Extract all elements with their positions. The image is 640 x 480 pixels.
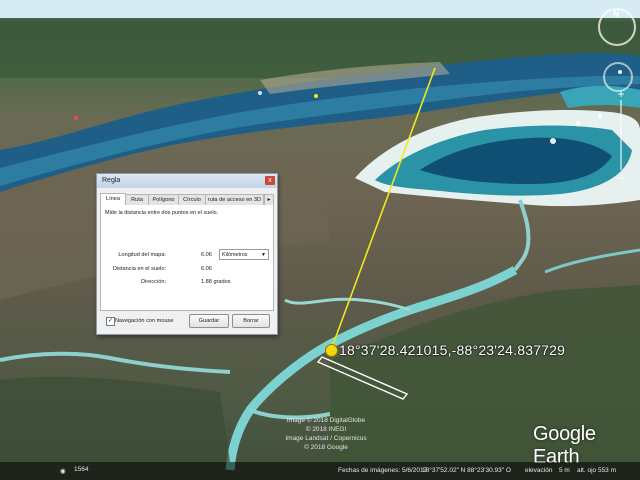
imagery-date: Fechas de imágenes: 5/6/2017 [338, 467, 428, 474]
close-button[interactable]: x [265, 176, 275, 185]
status-bar: ◉ 1564 Fechas de imágenes: 5/6/2017 18°3… [0, 462, 640, 480]
tab-path[interactable]: Ruta [125, 194, 149, 205]
attribution-line: © 2018 Google [304, 444, 348, 451]
cursor-coordinates: 18°37'52.02" N 88°23'30.93" O [422, 467, 511, 474]
ruler-dialog: Regla x Línea Ruta Polígono Círculo ruta… [96, 173, 278, 335]
zoom-out-button[interactable]: − [615, 172, 627, 184]
tab-3d-path[interactable]: ruta de acceso en 3D [205, 194, 264, 205]
dialog-titlebar[interactable]: Regla x [97, 174, 277, 188]
unit-select-value: Kilómetros [222, 252, 248, 258]
ground-length-label: Distancia en el suelo: [112, 266, 166, 272]
clear-button[interactable]: Borrar [232, 314, 270, 328]
globe-icon: ◉ [60, 468, 66, 475]
heading-value: 1.88 grados [201, 279, 231, 285]
scale-value: 1564 [74, 466, 89, 473]
placemark-pin-icon[interactable] [325, 344, 338, 357]
eye-altitude: alt. ojo 553 m [577, 467, 617, 474]
attribution-line: Image Landsat / Copernicus [285, 435, 367, 442]
tab-circle[interactable]: Círculo [178, 194, 206, 205]
map-length-label: Longitud del mapa: [118, 252, 166, 258]
coordinate-label: 18°37'28.421015,-88°23'24.837729 [339, 342, 566, 358]
zoom-slider[interactable] [620, 100, 622, 170]
tab-description: Mide la distancia entre dos puntos en el… [105, 210, 219, 216]
elevation-value: 5 m [559, 467, 570, 474]
tab-polygon[interactable]: Polígono [148, 194, 179, 205]
mouse-navigation-checkbox[interactable]: ✓ [106, 317, 115, 326]
heading-label: Dirección: [141, 279, 166, 285]
mouse-navigation-label: Navegación con mouse [115, 318, 174, 324]
attribution-line: Image © 2018 DigitalGlobe [286, 417, 366, 424]
compass-north-label: N [613, 9, 620, 19]
map-length-value: 6.06 [201, 252, 212, 258]
chevron-down-icon: ▼ [261, 252, 266, 258]
attribution-line: © 2018 INEGI [305, 426, 347, 433]
dialog-title: Regla [102, 177, 121, 184]
ground-length-value: 6.06 [201, 266, 212, 272]
navigation-compass[interactable]: N [598, 8, 636, 46]
elevation-label: elevación [525, 467, 553, 474]
save-button[interactable]: Guardar [189, 314, 229, 328]
line-tab-panel: Mide la distancia entre dos puntos en el… [100, 205, 274, 311]
zoom-in-button[interactable]: + [615, 88, 627, 100]
imagery-attribution: Image © 2018 DigitalGlobe © 2018 INEGI I… [266, 416, 386, 452]
unit-select[interactable]: Kilómetros ▼ [219, 249, 269, 260]
